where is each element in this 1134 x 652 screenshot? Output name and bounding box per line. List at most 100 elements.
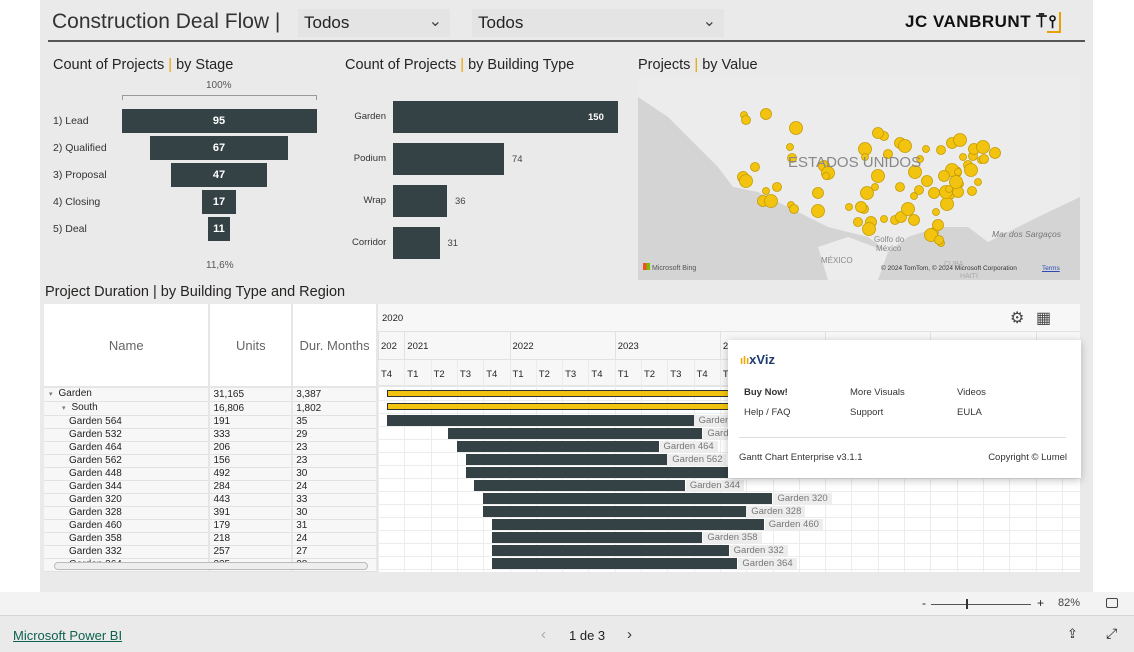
map-marker[interactable]	[845, 203, 853, 211]
zoom-slider[interactable]	[931, 604, 1031, 605]
map-marker[interactable]	[760, 108, 772, 120]
map-marker[interactable]	[871, 183, 879, 191]
map-marker[interactable]	[789, 204, 799, 214]
prev-page-icon[interactable]: ‹	[541, 626, 546, 643]
map-marker[interactable]	[764, 194, 778, 208]
zoom-out-button[interactable]: -	[922, 596, 926, 610]
funnel-bar[interactable]: 95	[121, 109, 317, 133]
map-marker[interactable]	[967, 186, 977, 196]
share-icon[interactable]: ⇪	[1067, 626, 1078, 642]
funnel-bar[interactable]: 47	[170, 163, 268, 187]
collapse-icon[interactable]: ▾	[49, 391, 53, 398]
map-marker[interactable]	[989, 147, 1001, 159]
map-marker[interactable]	[921, 175, 933, 187]
map-visual[interactable]: ESTADOS UNIDOS Golfo do México MÉXICO Ma…	[638, 77, 1080, 280]
slicer-1[interactable]: Todos ⌄	[298, 9, 450, 37]
map-marker[interactable]	[928, 187, 940, 199]
gantt-bar[interactable]	[465, 467, 729, 478]
map-marker[interactable]	[822, 172, 830, 180]
map-marker[interactable]	[880, 215, 888, 223]
map-marker[interactable]	[853, 217, 863, 227]
map-marker[interactable]	[789, 121, 803, 135]
map-marker[interactable]	[750, 162, 760, 172]
table-row[interactable]: Garden 532 333 29	[44, 428, 378, 442]
funnel-bar[interactable]: 67	[150, 136, 288, 160]
map-marker[interactable]	[895, 182, 905, 192]
table-row[interactable]: Garden 448 492 30	[44, 467, 378, 481]
gantt-bar[interactable]	[465, 454, 668, 465]
map-marker[interactable]	[811, 204, 825, 218]
map-marker[interactable]	[959, 153, 967, 161]
map-marker[interactable]	[762, 187, 770, 195]
map-marker[interactable]	[786, 143, 794, 151]
powerbi-link[interactable]: Microsoft Power BI	[13, 628, 122, 643]
map-marker[interactable]	[739, 174, 753, 188]
map-terms-link[interactable]: Terms	[1042, 265, 1060, 272]
buildtype-bar[interactable]	[393, 185, 447, 217]
link-eula[interactable]: EULA	[957, 407, 982, 418]
table-row[interactable]: Garden 564 191 35	[44, 415, 378, 429]
table-row[interactable]: Garden 562 156 23	[44, 454, 378, 468]
map-marker[interactable]	[871, 169, 885, 183]
map-marker[interactable]	[872, 127, 884, 139]
map-marker[interactable]	[862, 222, 876, 236]
map-marker[interactable]	[898, 139, 912, 153]
map-marker[interactable]	[954, 168, 962, 176]
gear-icon[interactable]: ⚙	[1010, 308, 1024, 328]
map-marker[interactable]	[979, 154, 989, 164]
link-buy-now[interactable]: Buy Now!	[744, 387, 788, 398]
table-row[interactable]: Garden 358 218 24	[44, 532, 378, 546]
gantt-bar[interactable]	[483, 506, 747, 517]
map-marker[interactable]	[936, 145, 946, 155]
map-marker[interactable]	[812, 187, 824, 199]
link-help-faq[interactable]: Help / FAQ	[744, 407, 790, 418]
map-marker[interactable]	[908, 214, 920, 226]
gantt-bar[interactable]	[483, 493, 773, 504]
map-marker[interactable]	[938, 170, 950, 182]
zoom-in-button[interactable]: +	[1037, 596, 1044, 610]
table-row[interactable]: Garden 328 391 30	[44, 506, 378, 520]
gantt-bar[interactable]	[491, 545, 729, 556]
funnel-bar[interactable]: 17	[201, 190, 237, 214]
table-row[interactable]: ▾ Garden 31,165 3,387	[44, 387, 378, 402]
map-marker[interactable]	[932, 208, 940, 216]
map-marker[interactable]	[855, 201, 867, 213]
map-marker[interactable]	[934, 235, 944, 245]
table-row[interactable]: Garden 332 257 27	[44, 545, 378, 559]
gantt-bar[interactable]	[491, 558, 738, 569]
gantt-bar[interactable]	[474, 480, 685, 491]
gantt-bar[interactable]	[448, 428, 703, 439]
map-marker[interactable]	[940, 197, 954, 211]
table-row[interactable]: ▾ South 16,806 1,802	[44, 401, 378, 416]
map-marker[interactable]	[932, 219, 944, 231]
zoom-slider-thumb[interactable]	[966, 599, 968, 609]
map-marker[interactable]	[964, 163, 978, 177]
buildtype-bar[interactable]	[393, 143, 504, 175]
map-marker[interactable]	[772, 182, 782, 192]
next-page-icon[interactable]: ›	[627, 626, 632, 643]
col-header-name[interactable]: Name	[44, 304, 211, 388]
table-row[interactable]: Garden 320 443 33	[44, 493, 378, 507]
map-marker[interactable]	[974, 178, 982, 186]
funnel-bar[interactable]: 11	[207, 217, 231, 241]
link-support[interactable]: Support	[850, 407, 883, 418]
gantt-bar[interactable]	[386, 415, 694, 426]
col-header-duration[interactable]: Dur. Months	[292, 304, 378, 388]
table-row[interactable]: Garden 464 206 23	[44, 441, 378, 455]
horizontal-scrollbar[interactable]	[54, 562, 368, 570]
link-videos[interactable]: Videos	[957, 387, 986, 398]
buildtype-bar[interactable]	[393, 101, 618, 133]
grid-icon[interactable]: ▦	[1036, 308, 1051, 328]
collapse-icon[interactable]: ▾	[62, 405, 66, 412]
slicer-2[interactable]: Todos ⌄	[472, 9, 724, 37]
table-row[interactable]: Garden 344 284 24	[44, 480, 378, 494]
map-marker[interactable]	[914, 185, 924, 195]
gantt-bar[interactable]	[491, 519, 764, 530]
map-marker[interactable]	[922, 145, 930, 153]
gantt-bar[interactable]	[456, 441, 659, 452]
map-marker[interactable]	[953, 133, 967, 147]
link-more-visuals[interactable]: More Visuals	[850, 387, 905, 398]
gantt-bar[interactable]	[491, 532, 703, 543]
map-marker[interactable]	[741, 115, 751, 125]
buildtype-bar[interactable]	[393, 227, 440, 259]
